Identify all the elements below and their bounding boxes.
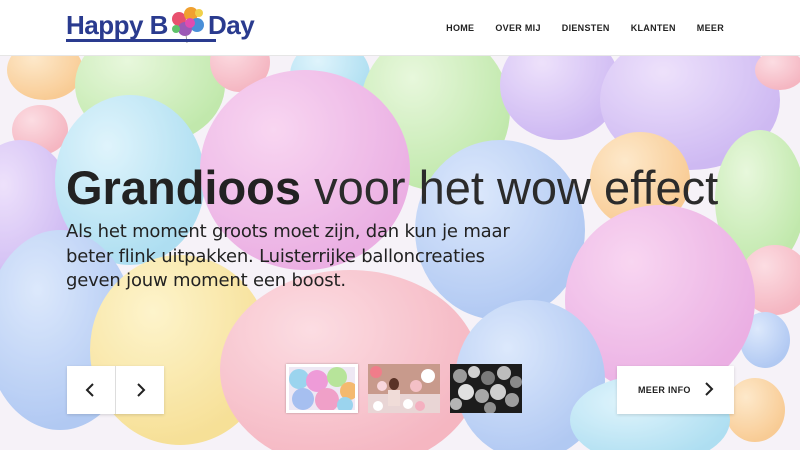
more-info-label: MEER INFO xyxy=(638,385,691,395)
logo-text-left: Happy B xyxy=(66,9,168,40)
thumbnail-girl-with-balloons[interactable] xyxy=(368,364,440,413)
chevron-right-icon xyxy=(136,383,145,397)
chevron-right-icon xyxy=(705,382,714,396)
nav-item-meer[interactable]: MEER xyxy=(697,23,724,33)
nav-item-home[interactable]: HOME xyxy=(446,23,474,33)
nav-item-over-mij[interactable]: OVER MIJ xyxy=(495,23,540,33)
nav-item-klanten[interactable]: KLANTEN xyxy=(631,23,676,33)
hero-title: Grandioos voor het wow effect xyxy=(66,160,718,215)
hero-description: Als het moment groots moet zijn, dan kun… xyxy=(66,221,510,291)
thumbnail-silver-balloons[interactable] xyxy=(450,364,522,413)
hero-title-strong: Grandioos xyxy=(66,161,302,214)
slider-thumbnails xyxy=(286,364,522,413)
main-nav: HOME OVER MIJ DIENSTEN KLANTEN MEER xyxy=(425,0,724,56)
prev-slide-button[interactable] xyxy=(67,366,115,414)
nav-item-diensten[interactable]: DIENSTEN xyxy=(562,23,610,33)
hero-slider: Grandioos voor het wow effect Als het mo… xyxy=(0,56,800,450)
chevron-left-icon xyxy=(85,383,94,397)
thumbnail-pastel-balloons[interactable] xyxy=(286,364,358,413)
hero-title-light: voor het wow effect xyxy=(314,161,719,214)
slider-arrows xyxy=(67,366,164,414)
more-info-button[interactable]: MEER INFO xyxy=(617,366,734,414)
logo-underline xyxy=(66,39,216,42)
next-slide-button[interactable] xyxy=(115,366,163,414)
site-header: Happy B Day HOME OVER MIJ DIENSTEN KLANT… xyxy=(0,0,800,56)
logo-text-right: Day xyxy=(207,9,255,40)
